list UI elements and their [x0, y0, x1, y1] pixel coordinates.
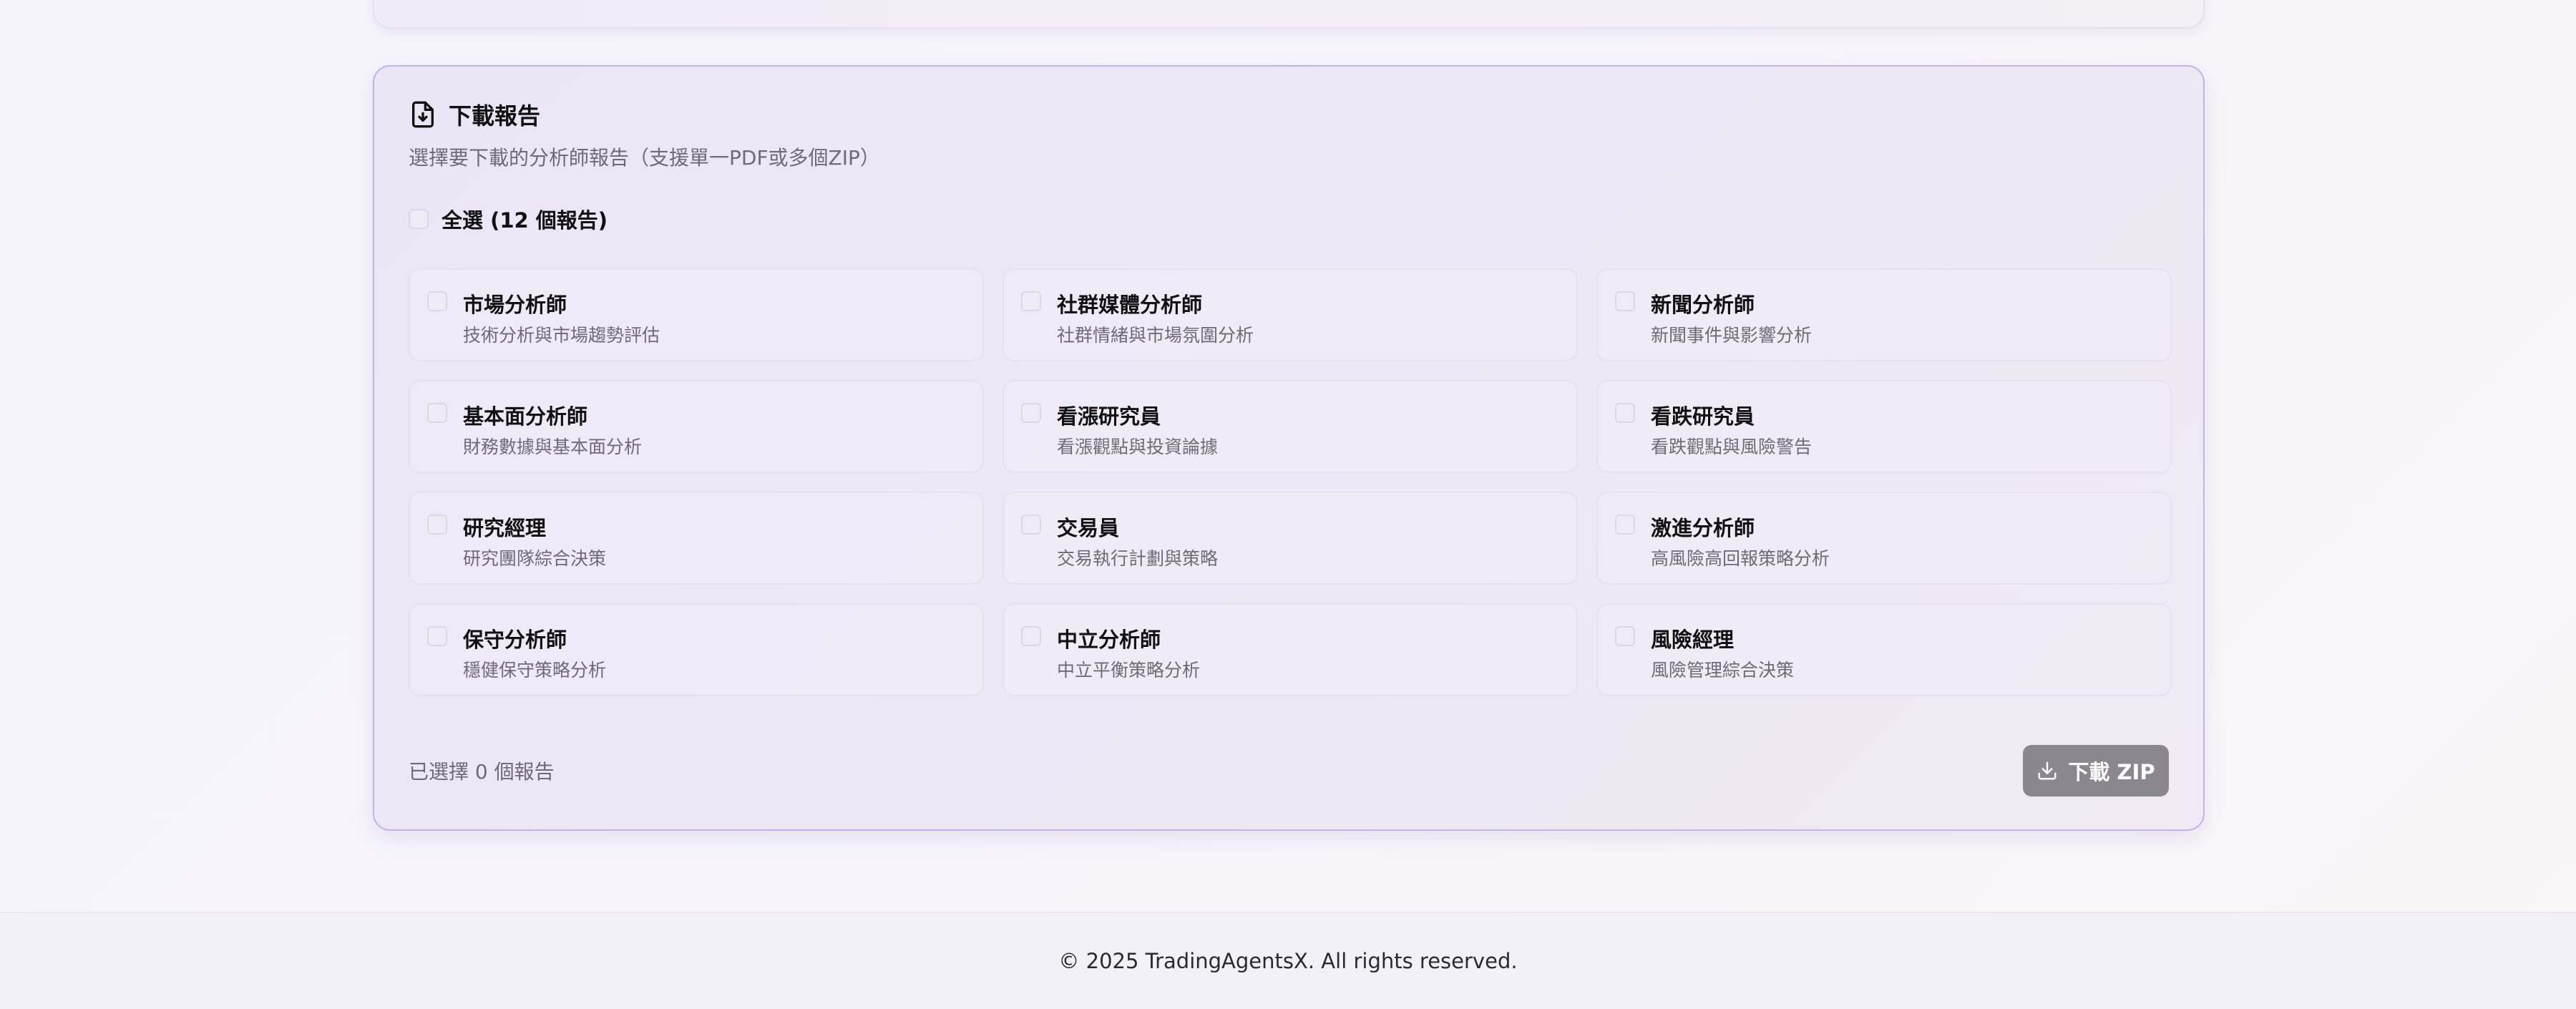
report-checkbox[interactable]: [1615, 515, 1635, 535]
report-checkbox[interactable]: [427, 626, 447, 646]
report-checkbox[interactable]: [1615, 626, 1635, 646]
report-title: 基本面分析師: [463, 404, 588, 429]
report-item-trader[interactable]: 交易員 交易執行計劃與策略: [1002, 492, 1578, 585]
report-item-aggressive-analyst[interactable]: 激進分析師 高風險高回報策略分析: [1596, 492, 2172, 585]
report-title: 研究經理: [463, 516, 547, 540]
report-checkbox[interactable]: [1615, 291, 1635, 311]
report-item-bull-researcher[interactable]: 看漲研究員 看漲觀點與投資論據: [1002, 380, 1578, 473]
report-title: 看漲研究員: [1057, 404, 1161, 429]
report-item-risk-manager[interactable]: 風險經理 風險管理綜合決策: [1596, 603, 2172, 696]
report-checkbox[interactable]: [427, 291, 447, 311]
report-item-social-analyst[interactable]: 社群媒體分析師 社群情緒與市場氛圍分析: [1002, 268, 1578, 361]
file-download-icon: [412, 101, 434, 128]
report-title: 看跌研究員: [1651, 404, 1755, 429]
report-checkbox[interactable]: [1021, 626, 1041, 646]
report-checkbox[interactable]: [427, 403, 447, 423]
report-item-news-analyst[interactable]: 新聞分析師 新聞事件與影響分析: [1596, 268, 2172, 361]
report-title: 保守分析師: [463, 628, 567, 652]
report-desc: 穩健保守策略分析: [463, 660, 607, 681]
report-checkbox[interactable]: [1615, 403, 1635, 423]
card-title: 下載報告: [449, 102, 541, 130]
report-desc: 風險管理綜合決策: [1651, 660, 1795, 681]
report-desc: 交易執行計劃與策略: [1057, 548, 1219, 569]
report-desc: 研究團隊綜合決策: [463, 548, 607, 569]
report-grid: 市場分析師 技術分析與市場趨勢評估 社群媒體分析師 社群情緒與市場氛圍分析 新聞…: [409, 268, 2172, 696]
download-icon: [2038, 761, 2057, 780]
report-title: 風險經理: [1651, 628, 1735, 652]
download-zip-button[interactable]: 下載 ZIP: [2023, 745, 2169, 796]
selected-count: 已選擇 0 個報告: [409, 760, 555, 784]
report-title: 交易員: [1057, 516, 1120, 540]
report-desc: 高風險高回報策略分析: [1651, 548, 1830, 569]
report-item-research-manager[interactable]: 研究經理 研究團隊綜合決策: [409, 492, 984, 585]
report-title: 新聞分析師: [1651, 293, 1755, 317]
footer-copyright: © 2025 TradingAgentsX. All rights reserv…: [1058, 949, 1518, 973]
report-item-conservative-analyst[interactable]: 保守分析師 穩健保守策略分析: [409, 603, 984, 696]
report-desc: 技術分析與市場趨勢評估: [463, 325, 660, 346]
report-checkbox[interactable]: [1021, 291, 1041, 311]
report-checkbox[interactable]: [1021, 515, 1041, 535]
report-desc: 社群情緒與市場氛圍分析: [1057, 325, 1254, 346]
download-report-card: 下載報告 選擇要下載的分析師報告（支援單一PDF或多個ZIP） 全選 (12 個…: [373, 65, 2205, 831]
report-desc: 中立平衡策略分析: [1057, 660, 1201, 681]
report-desc: 新聞事件與影響分析: [1651, 325, 1813, 346]
card-header: 下載報告: [409, 98, 540, 131]
report-checkbox[interactable]: [1021, 403, 1041, 423]
download-zip-label: 下載 ZIP: [2068, 760, 2155, 784]
report-item-neutral-analyst[interactable]: 中立分析師 中立平衡策略分析: [1002, 603, 1578, 696]
report-item-bear-researcher[interactable]: 看跌研究員 看跌觀點與風險警告: [1596, 380, 2172, 473]
select-all-label: 全選 (12 個報告): [441, 208, 608, 233]
select-all-row[interactable]: 全選 (12 個報告): [409, 204, 608, 234]
report-title: 市場分析師: [463, 293, 567, 317]
footer: © 2025 TradingAgentsX. All rights reserv…: [0, 912, 2576, 1009]
report-desc: 財務數據與基本面分析: [463, 437, 643, 457]
report-title: 社群媒體分析師: [1057, 293, 1203, 317]
report-desc: 看漲觀點與投資論據: [1057, 437, 1219, 457]
previous-card: [373, 0, 2205, 29]
report-desc: 看跌觀點與風險警告: [1651, 437, 1813, 457]
report-title: 激進分析師: [1651, 516, 1755, 540]
card-subtitle: 選擇要下載的分析師報告（支援單一PDF或多個ZIP）: [409, 146, 880, 170]
report-item-fundamentals-analyst[interactable]: 基本面分析師 財務數據與基本面分析: [409, 380, 984, 473]
report-item-market-analyst[interactable]: 市場分析師 技術分析與市場趨勢評估: [409, 268, 984, 361]
report-checkbox[interactable]: [427, 515, 447, 535]
select-all-checkbox[interactable]: [409, 209, 429, 229]
report-title: 中立分析師: [1057, 628, 1161, 652]
